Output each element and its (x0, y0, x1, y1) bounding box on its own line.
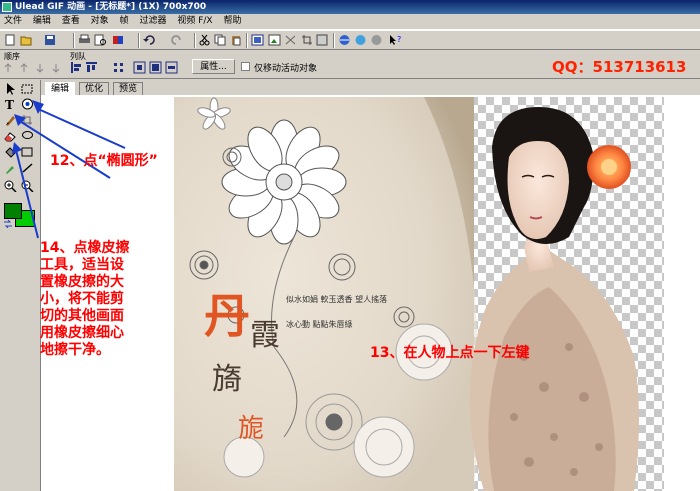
view-tabs: 编辑 优化 预览 (41, 80, 700, 96)
main-toolbar: ? (0, 30, 700, 50)
order-arrow-icons[interactable] (4, 62, 60, 74)
menu-view[interactable]: 查看 (58, 14, 84, 29)
paint-bucket-icon[interactable] (4, 146, 17, 158)
paste-icon[interactable] (230, 34, 243, 46)
svg-text:T: T (5, 98, 14, 110)
tween-icon[interactable] (284, 34, 297, 46)
annotation-click-person-step: 13、在人物上点一下左键 (370, 345, 530, 361)
foreground-color-swatch[interactable] (4, 203, 22, 219)
optimize-icon[interactable] (354, 34, 367, 46)
eraser-tool-icon[interactable] (4, 130, 17, 142)
window-title: Ulead GIF 动画 - [无标题*] (1X) 700x700 (15, 2, 207, 12)
title-char-1: 丹 (204, 289, 250, 343)
menu-object[interactable]: 对象 (87, 14, 113, 29)
qq-contact-text: QQ：513713613 (552, 58, 687, 76)
print-preview-icon[interactable] (94, 34, 107, 46)
tool-panel: T (0, 80, 41, 491)
open-folder-icon[interactable] (20, 34, 33, 46)
brush-tool-icon[interactable] (4, 114, 17, 126)
menu-file[interactable]: 文件 (0, 14, 26, 29)
move-active-only-checkbox[interactable] (241, 62, 250, 71)
menu-video-fx[interactable]: 视频 F/X (173, 14, 216, 29)
svg-text:?: ? (397, 35, 401, 44)
new-file-icon[interactable] (4, 34, 17, 46)
undo-icon[interactable] (143, 34, 156, 46)
tab-preview[interactable]: 预览 (113, 82, 144, 96)
title-char-3: 旖 (212, 362, 242, 397)
annotation-eraser-step: 14、点橡皮擦 工具，适当设 置橡皮擦的大 小，将不能剪 切的其他画面 用橡皮擦… (40, 240, 130, 358)
poem-line-1: 似水如娟 軟玉透香 望人搖落 (286, 294, 387, 304)
menu-help[interactable]: 帮助 (219, 14, 245, 29)
menu-frame[interactable]: 帧 (116, 14, 133, 29)
artwork-graphic: 丹 霞 旖 旎 似水如娟 軟玉透香 望人搖落 冰心動 點點朱唇綠 (174, 97, 639, 491)
rectangle-tool-icon[interactable] (21, 146, 34, 158)
save-icon[interactable] (44, 34, 57, 46)
annotation-ellipse-step: 12、点“椭圆形” (50, 153, 158, 169)
tab-optimize[interactable]: 优化 (79, 82, 110, 96)
menu-filter[interactable]: 过滤器 (135, 14, 170, 29)
line-tool-icon[interactable] (21, 162, 34, 174)
menu-edit[interactable]: 编辑 (29, 14, 55, 29)
tab-edit[interactable]: 编辑 (45, 82, 76, 96)
zoom-in-icon[interactable] (4, 180, 17, 192)
swap-colors-icon[interactable] (3, 220, 13, 228)
eyedropper-tool-icon[interactable] (4, 162, 17, 174)
properties-button[interactable]: 属性... (192, 59, 235, 74)
zoom-out-icon[interactable] (21, 180, 34, 192)
ellipse-tool-icon[interactable] (21, 98, 34, 110)
cut-icon[interactable] (198, 34, 211, 46)
crop-icon[interactable] (301, 34, 314, 46)
frame-icon[interactable] (251, 34, 264, 46)
woman-figure (470, 107, 639, 491)
menu-bar: 文件 编辑 查看 对象 帧 过滤器 视频 F/X 帮助 (0, 14, 700, 30)
color-picker-icon[interactable] (112, 34, 125, 46)
title-char-4: 旎 (238, 414, 264, 444)
move-active-only-label: 仅移动活动对象 (254, 64, 318, 74)
redo-icon[interactable] (170, 34, 183, 46)
print-icon[interactable] (78, 34, 91, 46)
export-icon[interactable] (370, 34, 383, 46)
poem-line-2: 冰心動 點點朱唇綠 (286, 319, 353, 329)
pointer-tool-icon[interactable] (4, 83, 17, 95)
order-label: 顺序 (4, 52, 20, 61)
title-char-2: 霞 (250, 318, 280, 353)
align-icons[interactable] (70, 61, 180, 74)
resize-icon[interactable] (316, 34, 329, 46)
text-tool-icon[interactable]: T (4, 98, 17, 110)
lasso-tool-icon[interactable] (21, 130, 34, 142)
browser-preview-icon[interactable] (338, 34, 351, 46)
image-canvas[interactable]: 丹 霞 旖 旎 似水如娟 軟玉透香 望人搖落 冰心動 點點朱唇綠 (174, 97, 664, 491)
title-bar: Ulead GIF 动画 - [无标题*] (1X) 700x700 (0, 0, 700, 14)
app-icon (2, 2, 12, 12)
copy-icon[interactable] (214, 34, 227, 46)
transform-tool-icon[interactable] (21, 83, 34, 95)
help-pointer-icon[interactable]: ? (389, 34, 402, 46)
crop-tool-icon[interactable] (21, 114, 34, 126)
duplicate-frame-icon[interactable] (268, 34, 281, 46)
